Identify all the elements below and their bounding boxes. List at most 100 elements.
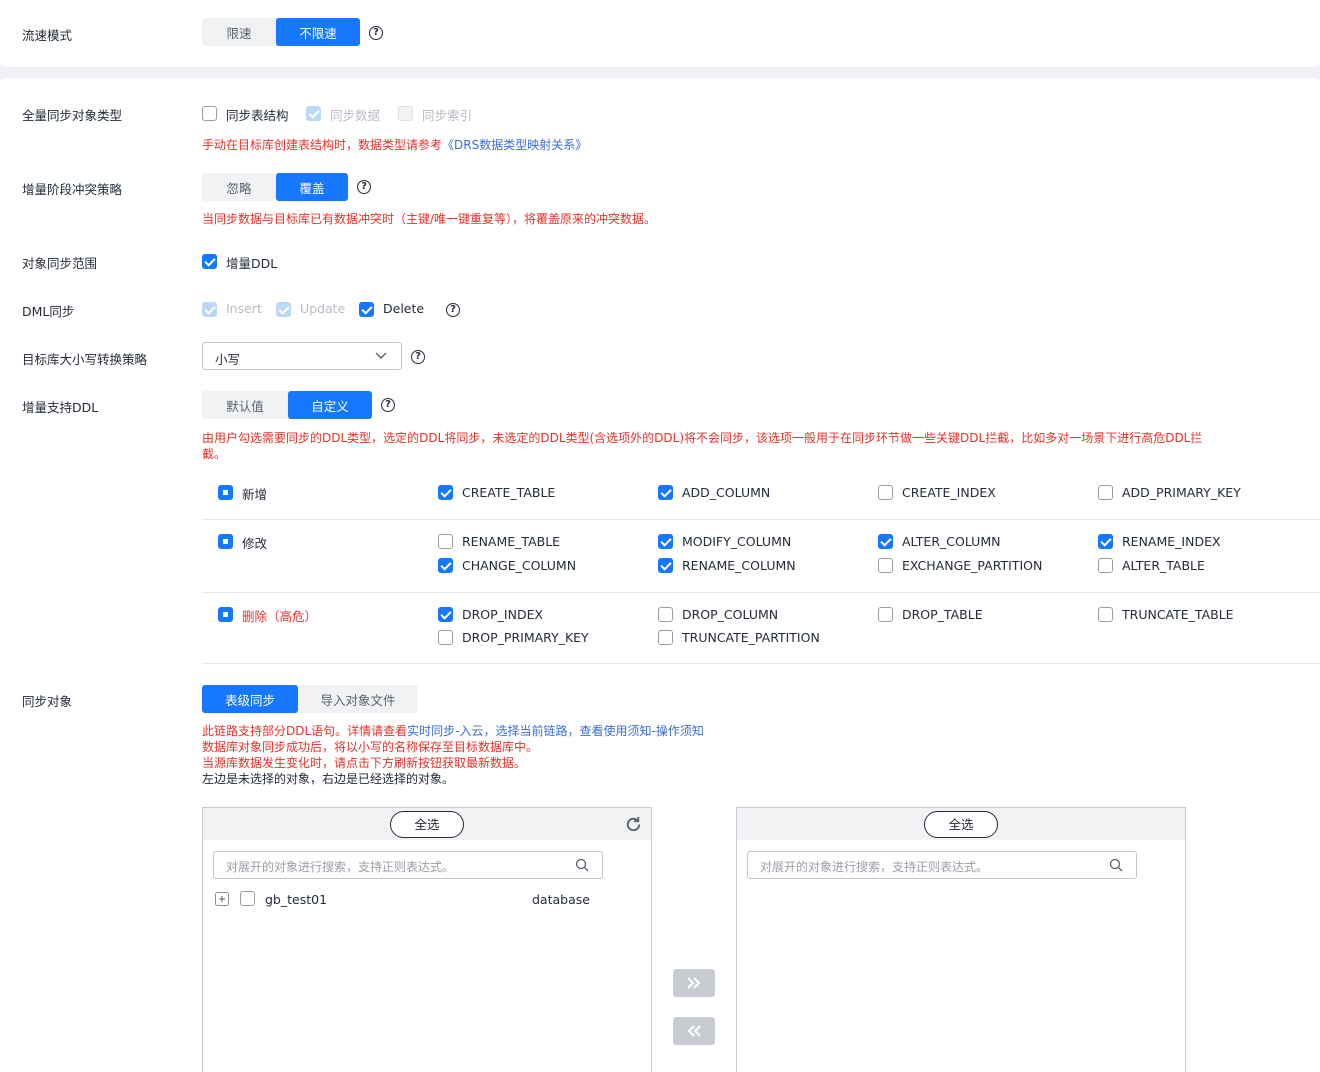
sync-index-checkbox xyxy=(398,106,413,121)
case-policy-label: 目标库大小写转换策略 xyxy=(22,352,148,367)
ddl-alter-table-checkbox[interactable] xyxy=(1098,558,1113,573)
conflict-option-ignore[interactable]: 忽略 xyxy=(202,173,276,201)
left-right-notice: 左边是未选择的对象，右边是已经选择的对象。 xyxy=(202,772,455,786)
ddl-modify-column-label: MODIFY_COLUMN xyxy=(682,534,792,549)
ddl-drop-column-checkbox[interactable] xyxy=(658,607,673,622)
ddl-drop-table-label: DROP_TABLE xyxy=(902,607,983,622)
sync-data-label: 同步数据 xyxy=(330,108,381,123)
search-icon[interactable] xyxy=(575,858,589,872)
sync-schema-checkbox[interactable] xyxy=(202,106,217,121)
ddl-rename-table-label: RENAME_TABLE xyxy=(462,534,561,549)
select-all-source-button[interactable]: 全选 xyxy=(390,811,464,838)
ddl-alter-column-checkbox[interactable] xyxy=(878,534,893,549)
case-policy-value: 小写 xyxy=(215,352,241,367)
ddl-drop-primary-key-label: DROP_PRIMARY_KEY xyxy=(462,630,589,645)
ddl-truncate-partition-label: TRUNCATE_PARTITION xyxy=(682,630,820,645)
ddl-exchange-partition-label: EXCHANGE_PARTITION xyxy=(902,558,1043,573)
sync-schema-label: 同步表结构 xyxy=(226,108,289,123)
ddl-drop-primary-key-checkbox[interactable] xyxy=(438,630,453,645)
sync-data-checkbox xyxy=(306,106,321,121)
ddl-rename-column-label: RENAME_COLUMN xyxy=(682,558,796,573)
sync-objects-tabs: 表级同步 导入对象文件 xyxy=(202,685,418,713)
sync-scope-label: 对象同步范围 xyxy=(22,256,98,271)
question-circle-icon[interactable]: ? xyxy=(411,350,425,364)
ddl-create-table-label: CREATE_TABLE xyxy=(462,485,556,500)
source-search-input[interactable]: 对展开的对象进行搜索，支持正则表达式。 xyxy=(213,851,603,879)
sync-objects-notes: 此链路支持部分DDL语句。详情请查看实时同步-入云，选择当前链路，查看使用须知-… xyxy=(202,723,704,787)
divider xyxy=(202,663,1320,664)
ddl-modify-column-checkbox[interactable] xyxy=(658,534,673,549)
selected-search-placeholder: 对展开的对象进行搜索，支持正则表达式。 xyxy=(760,860,989,874)
case-policy-select[interactable]: 小写 xyxy=(202,342,402,370)
ddl-truncate-partition-checkbox[interactable] xyxy=(658,630,673,645)
move-left-button[interactable] xyxy=(673,1017,715,1045)
source-search-placeholder: 对展开的对象进行搜索，支持正则表达式。 xyxy=(226,860,455,874)
ddl-support-notice: 此链路支持部分DDL语句。详情请查看 xyxy=(202,724,408,738)
ddl-group-modify-label: 修改 xyxy=(242,536,268,551)
tab-table-level-sync[interactable]: 表级同步 xyxy=(202,685,298,713)
ddl-group-modify-checkbox[interactable] xyxy=(218,534,233,549)
ddl-drop-table-checkbox[interactable] xyxy=(878,607,893,622)
question-circle-icon[interactable]: ? xyxy=(381,398,395,412)
chevron-down-icon xyxy=(375,352,387,359)
ddl-alter-table-label: ALTER_TABLE xyxy=(1122,558,1205,573)
source-objects-header: 全选 xyxy=(203,808,651,840)
ddl-group-delete-label: 删除（高危） xyxy=(242,609,318,624)
selected-search-input[interactable]: 对展开的对象进行搜索，支持正则表达式。 xyxy=(747,851,1137,879)
ddl-support-label: 增量支持DDL xyxy=(22,400,99,415)
divider xyxy=(202,592,1320,593)
refresh-icon[interactable] xyxy=(624,815,643,834)
flow-mode-panel: 流速模式 限速 不限速 ? xyxy=(0,0,1320,67)
sync-index-label: 同步索引 xyxy=(422,108,473,123)
flow-mode-option-unlimited[interactable]: 不限速 xyxy=(276,18,360,46)
ddl-rename-table-checkbox[interactable] xyxy=(438,534,453,549)
double-chevron-right-icon xyxy=(687,977,701,989)
dml-delete-checkbox[interactable] xyxy=(359,302,374,317)
ddl-add-column-checkbox[interactable] xyxy=(658,485,673,500)
move-right-button[interactable] xyxy=(673,969,715,997)
refresh-notice: 当源库数据发生变化时，请点击下方刷新按钮获取最新数据。 xyxy=(202,756,527,770)
tab-import-object-file[interactable]: 导入对象文件 xyxy=(298,685,418,713)
object-name: gb_test01 xyxy=(265,892,328,907)
ddl-support-toggle: 默认值 自定义 xyxy=(202,391,372,419)
ddl-option-custom[interactable]: 自定义 xyxy=(288,391,372,419)
ddl-option-default[interactable]: 默认值 xyxy=(202,391,288,419)
dml-update-label: Update xyxy=(300,301,346,316)
selected-objects-panel: 全选 对展开的对象进行搜索，支持正则表达式。 xyxy=(736,807,1186,1072)
ddl-group-delete-checkbox[interactable] xyxy=(218,607,233,622)
dml-sync-label: DML同步 xyxy=(22,304,75,319)
double-chevron-left-icon xyxy=(687,1025,701,1037)
incremental-ddl-checkbox[interactable] xyxy=(202,254,217,269)
plus-square-icon[interactable] xyxy=(215,892,229,906)
question-circle-icon[interactable]: ? xyxy=(357,180,371,194)
dml-insert-label: Insert xyxy=(226,301,262,316)
search-icon[interactable] xyxy=(1109,858,1123,872)
ddl-drop-index-checkbox[interactable] xyxy=(438,607,453,622)
ddl-group-add-checkbox[interactable] xyxy=(218,485,233,500)
drs-type-mapping-link[interactable]: 《DRS数据类型映射关系》 xyxy=(442,138,587,152)
question-circle-icon[interactable]: ? xyxy=(369,26,383,40)
dml-delete-label: Delete xyxy=(383,301,425,316)
ddl-create-table-checkbox[interactable] xyxy=(438,485,453,500)
ddl-drop-column-label: DROP_COLUMN xyxy=(682,607,779,622)
ddl-exchange-partition-checkbox[interactable] xyxy=(878,558,893,573)
question-circle-icon[interactable]: ? xyxy=(446,303,460,317)
flow-mode-toggle: 限速 不限速 xyxy=(202,18,360,46)
flow-mode-option-limited[interactable]: 限速 xyxy=(202,18,276,46)
ddl-rename-index-checkbox[interactable] xyxy=(1098,534,1113,549)
usage-notes-link[interactable]: 实时同步-入云，选择当前链路，查看使用须知-操作须知 xyxy=(407,724,704,738)
incremental-ddl-label: 增量DDL xyxy=(226,256,278,271)
dml-update-checkbox xyxy=(276,302,291,317)
object-row-checkbox[interactable] xyxy=(240,891,255,906)
conflict-option-overwrite[interactable]: 覆盖 xyxy=(276,173,348,201)
ddl-rename-index-label: RENAME_INDEX xyxy=(1122,534,1221,549)
ddl-add-primary-key-checkbox[interactable] xyxy=(1098,485,1113,500)
ddl-change-column-checkbox[interactable] xyxy=(438,558,453,573)
table-row: gb_test01 database xyxy=(203,888,651,912)
ddl-change-column-label: CHANGE_COLUMN xyxy=(462,558,577,573)
ddl-rename-column-checkbox[interactable] xyxy=(658,558,673,573)
select-all-selected-button[interactable]: 全选 xyxy=(924,811,998,838)
ddl-truncate-table-checkbox[interactable] xyxy=(1098,607,1113,622)
ddl-add-column-label: ADD_COLUMN xyxy=(682,485,771,500)
ddl-create-index-checkbox[interactable] xyxy=(878,485,893,500)
